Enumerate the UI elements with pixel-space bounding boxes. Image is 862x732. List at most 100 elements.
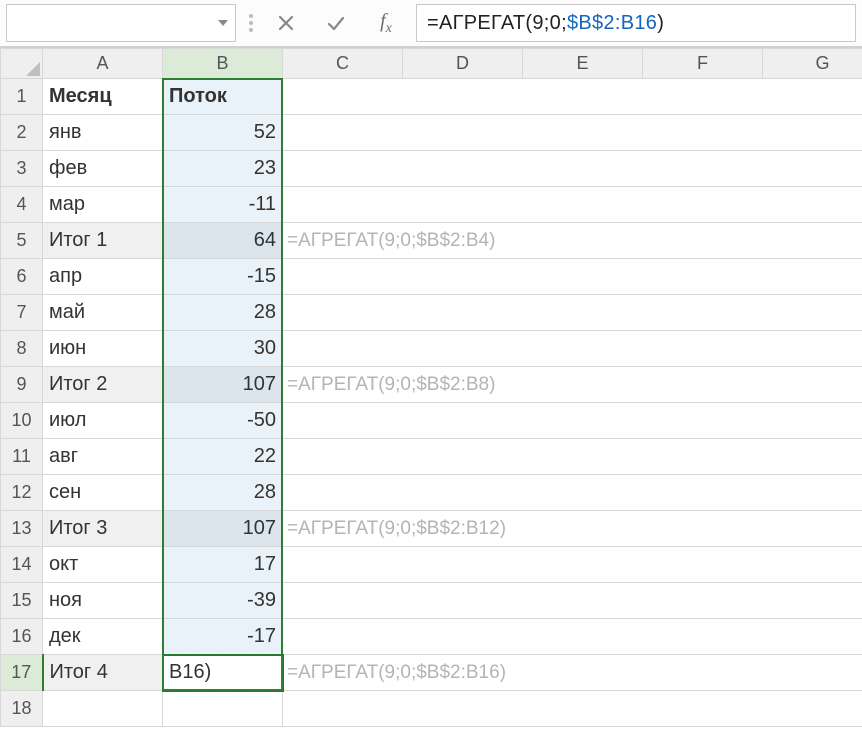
col-header-G[interactable]: G [763,49,862,79]
formula-input[interactable]: =АГРЕГАТ(9;0;$B$2:B16) [416,4,856,42]
cell-C12[interactable] [283,475,862,511]
cell-B1[interactable]: Поток [163,79,283,115]
table-row: 10июл-50 [1,403,862,439]
cell-C9[interactable]: =АГРЕГАТ(9;0;$B$2:B8) [283,367,862,403]
cell-B18[interactable] [163,691,283,727]
row-header-14[interactable]: 14 [1,547,43,583]
row-header-16[interactable]: 16 [1,619,43,655]
cell-C17[interactable]: =АГРЕГАТ(9;0;$B$2:B16) [283,655,862,691]
cell-A7[interactable]: май [43,295,163,331]
col-header-F[interactable]: F [643,49,763,79]
chevron-down-icon[interactable] [217,17,229,29]
cell-C18[interactable] [283,691,862,727]
table-row: 14окт17 [1,547,862,583]
cell-A2[interactable]: янв [43,115,163,151]
col-header-E[interactable]: E [523,49,643,79]
cell-B17[interactable]: B16) [163,655,283,691]
cell-C4[interactable] [283,187,862,223]
cell-A11[interactable]: авг [43,439,163,475]
cell-A6[interactable]: апр [43,259,163,295]
row-header-4[interactable]: 4 [1,187,43,223]
cell-A9[interactable]: Итог 2 [43,367,163,403]
cell-A18[interactable] [43,691,163,727]
table-row: 15ноя-39 [1,583,862,619]
cell-B6[interactable]: -15 [163,259,283,295]
cell-B7[interactable]: 28 [163,295,283,331]
table-row: 9Итог 2107=АГРЕГАТ(9;0;$B$2:B8) [1,367,862,403]
cell-A5[interactable]: Итог 1 [43,223,163,259]
col-header-B[interactable]: B [163,49,283,79]
formula-text-ref: $B$2:B16 [567,12,657,35]
cell-B16[interactable]: -17 [163,619,283,655]
cell-C6[interactable] [283,259,862,295]
cell-B13[interactable]: 107 [163,511,283,547]
enter-icon[interactable] [316,4,356,42]
name-box[interactable] [6,4,236,42]
cell-B4[interactable]: -11 [163,187,283,223]
col-header-D[interactable]: D [403,49,523,79]
cell-C5[interactable]: =АГРЕГАТ(9;0;$B$2:B4) [283,223,862,259]
row-header-3[interactable]: 3 [1,151,43,187]
select-all-icon[interactable] [1,49,43,79]
row-header-15[interactable]: 15 [1,583,43,619]
table-row: 12сен28 [1,475,862,511]
fx-icon[interactable]: fx [366,4,406,42]
row-header-1[interactable]: 1 [1,79,43,115]
cell-B5[interactable]: 64 [163,223,283,259]
formula-text-prefix: =АГРЕГАТ(9;0; [427,12,567,35]
cell-C10[interactable] [283,403,862,439]
cell-A16[interactable]: дек [43,619,163,655]
cell-B9[interactable]: 107 [163,367,283,403]
cell-A17[interactable]: Итог 4 [43,655,163,691]
cell-C13[interactable]: =АГРЕГАТ(9;0;$B$2:B12) [283,511,862,547]
table-row: 3фев23 [1,151,862,187]
table-row: 2янв52 [1,115,862,151]
col-header-C[interactable]: C [283,49,403,79]
cell-A15[interactable]: ноя [43,583,163,619]
col-header-A[interactable]: A [43,49,163,79]
cell-C8[interactable] [283,331,862,367]
formula-text-suffix: ) [657,12,664,35]
cell-A12[interactable]: сен [43,475,163,511]
cell-C1[interactable] [283,79,862,115]
cell-C2[interactable] [283,115,862,151]
row-header-13[interactable]: 13 [1,511,43,547]
cell-A10[interactable]: июл [43,403,163,439]
row-header-10[interactable]: 10 [1,403,43,439]
row-header-7[interactable]: 7 [1,295,43,331]
row-header-5[interactable]: 5 [1,223,43,259]
cell-B15[interactable]: -39 [163,583,283,619]
cell-A3[interactable]: фев [43,151,163,187]
cancel-icon[interactable] [266,4,306,42]
column-header-row: A B C D E F G [1,49,862,79]
row-header-12[interactable]: 12 [1,475,43,511]
row-header-8[interactable]: 8 [1,331,43,367]
cell-B11[interactable]: 22 [163,439,283,475]
cell-A1[interactable]: Месяц [43,79,163,115]
cell-C15[interactable] [283,583,862,619]
row-header-6[interactable]: 6 [1,259,43,295]
cell-B12[interactable]: 28 [163,475,283,511]
table-row: 7май28 [1,295,862,331]
cell-B10[interactable]: -50 [163,403,283,439]
row-header-11[interactable]: 11 [1,439,43,475]
cell-B8[interactable]: 30 [163,331,283,367]
cell-C7[interactable] [283,295,862,331]
cell-C11[interactable] [283,439,862,475]
cell-B3[interactable]: 23 [163,151,283,187]
row-header-2[interactable]: 2 [1,115,43,151]
cell-A4[interactable]: мар [43,187,163,223]
cell-A8[interactable]: июн [43,331,163,367]
cell-C16[interactable] [283,619,862,655]
cell-C14[interactable] [283,547,862,583]
cell-A13[interactable]: Итог 3 [43,511,163,547]
cell-B14[interactable]: 17 [163,547,283,583]
cell-B2[interactable]: 52 [163,115,283,151]
spreadsheet-grid[interactable]: A B C D E F G 1МесяцПоток2янв523фев234ма… [0,48,862,732]
row-header-17[interactable]: 17 [1,655,43,691]
row-header-18[interactable]: 18 [1,691,43,727]
row-header-9[interactable]: 9 [1,367,43,403]
table-row: 13Итог 3107=АГРЕГАТ(9;0;$B$2:B12) [1,511,862,547]
cell-C3[interactable] [283,151,862,187]
cell-A14[interactable]: окт [43,547,163,583]
